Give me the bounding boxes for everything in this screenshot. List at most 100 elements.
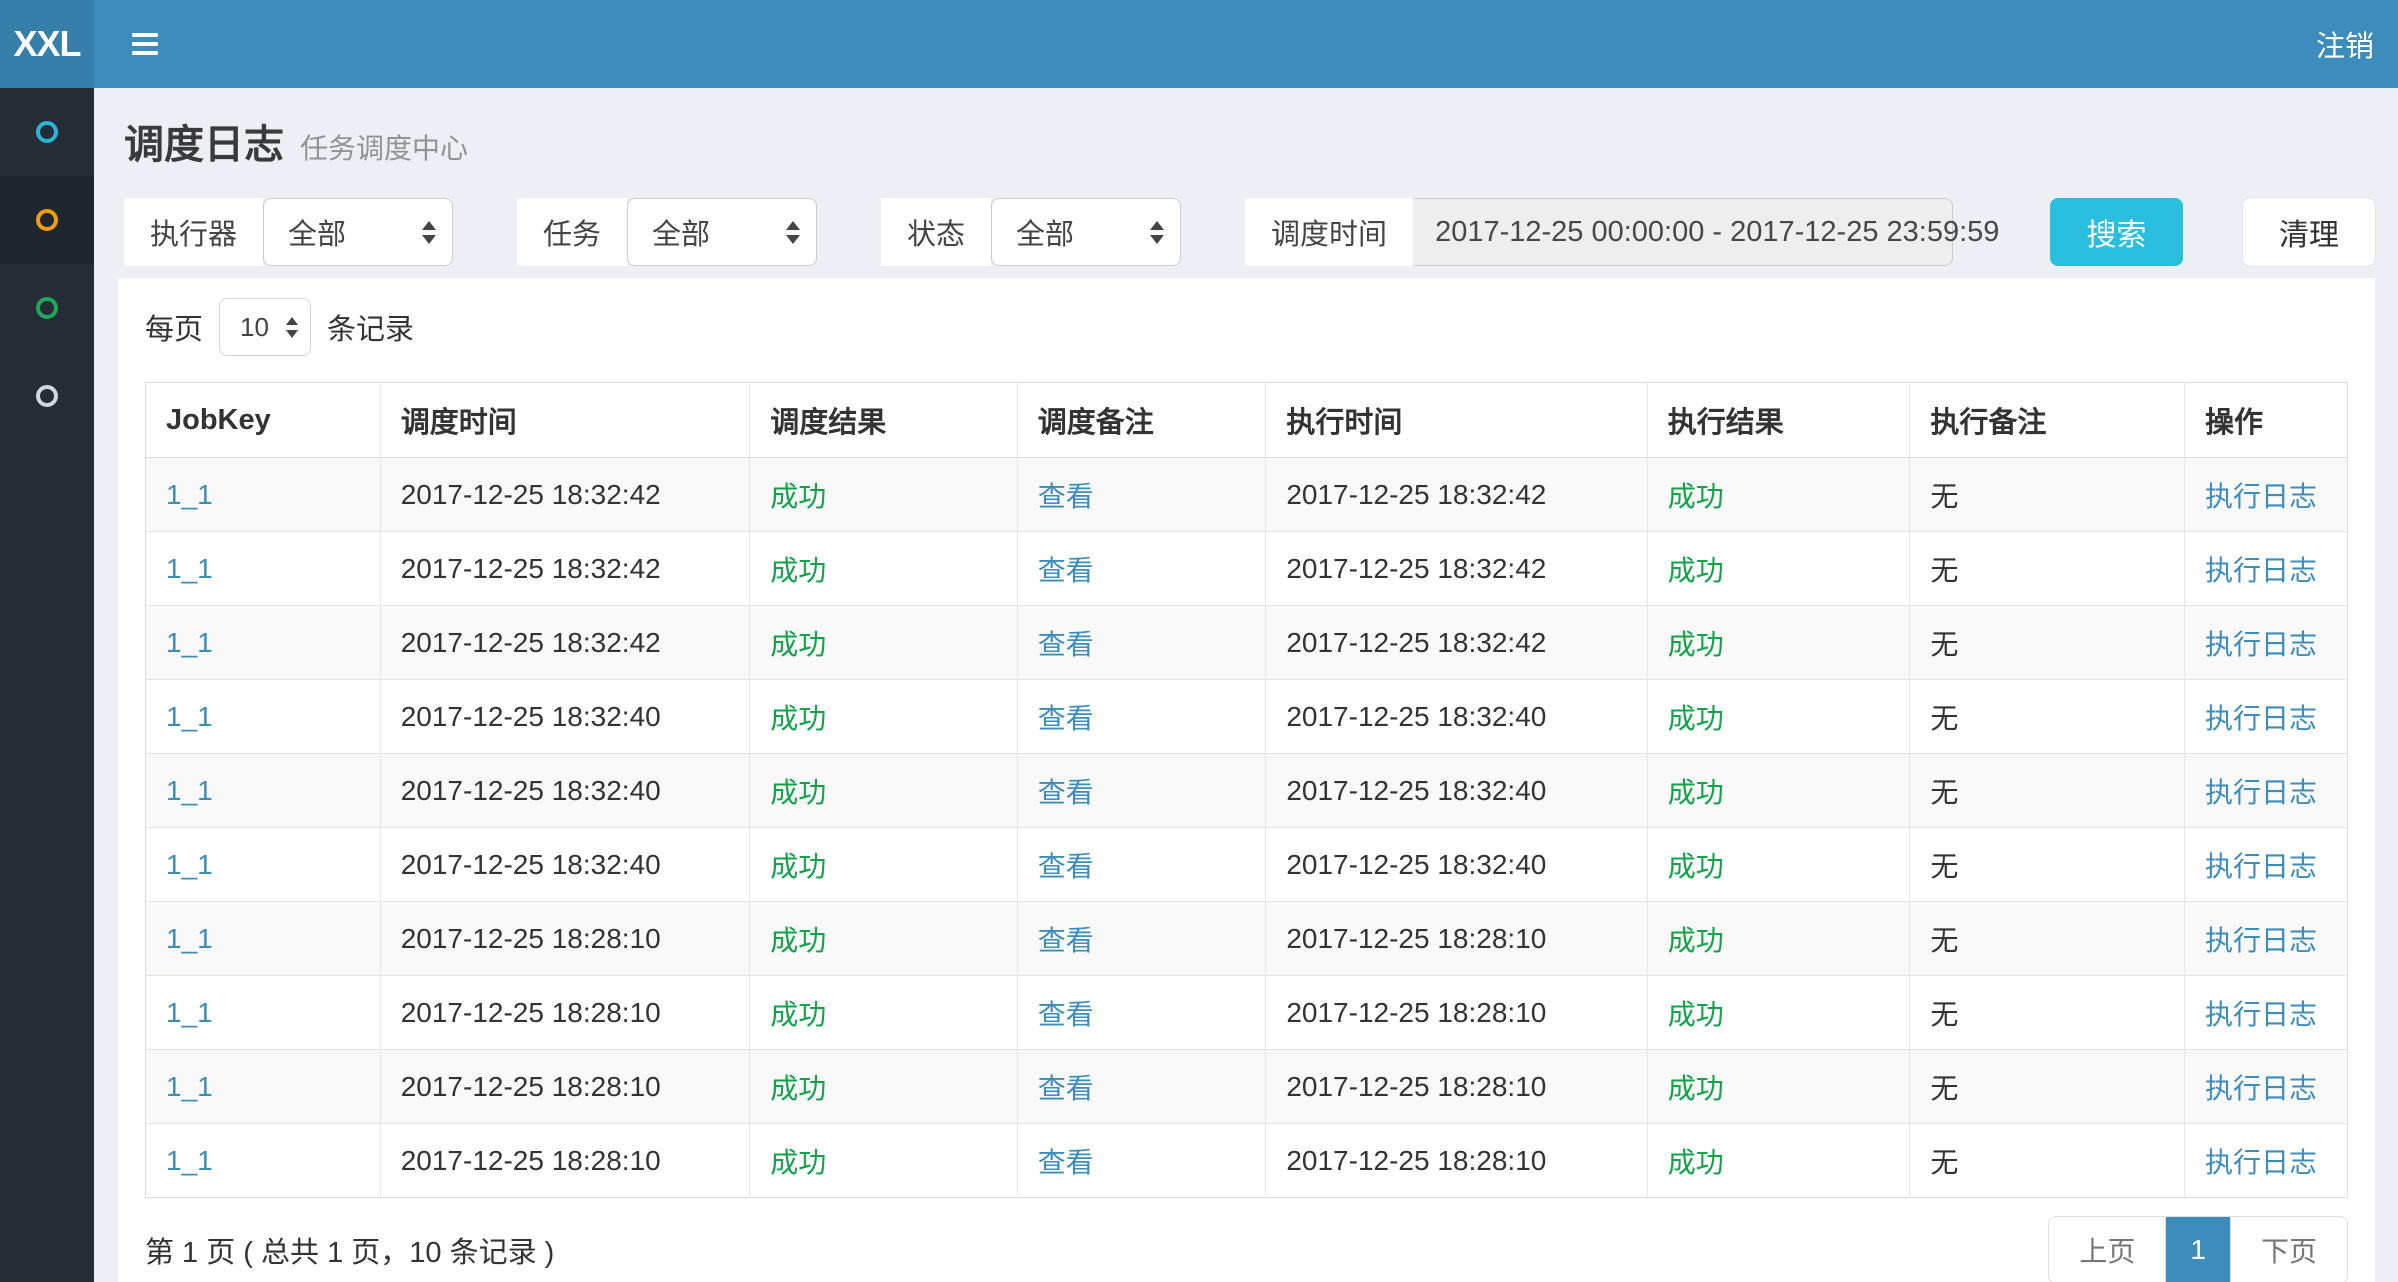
trigger-msg-link-cell: 查看 <box>1017 976 1266 1050</box>
trigger-msg-link[interactable]: 查看 <box>1038 703 1094 734</box>
handle-result: 成功 <box>1668 703 1724 734</box>
menu-item-4[interactable] <box>0 352 94 440</box>
page-size-row: 每页 10 条记录 <box>145 298 2348 356</box>
execute-log-link-cell: 执行日志 <box>2185 606 2348 680</box>
trigger-time-cell: 2017-12-25 18:32:42 <box>380 606 750 680</box>
execute-log-link-cell: 执行日志 <box>2185 532 2348 606</box>
page-size-select[interactable]: 10 <box>219 298 311 356</box>
execute-log-link[interactable]: 执行日志 <box>2205 629 2317 660</box>
column-header: 执行时间 <box>1266 383 1647 458</box>
handle-msg-cell: 无 <box>1910 754 2185 828</box>
menu-item-2[interactable] <box>0 176 94 264</box>
content-header: 调度日志 任务调度中心 <box>94 88 2398 198</box>
table-row: 1_12017-12-25 18:32:42成功查看2017-12-25 18:… <box>146 532 2348 606</box>
table-footer: 第 1 页 ( 总共 1 页，10 条记录 ) 上页 1 下页 <box>145 1216 2348 1282</box>
execute-log-link[interactable]: 执行日志 <box>2205 777 2317 808</box>
trigger-msg-link-cell: 查看 <box>1017 1050 1266 1124</box>
handle-time-cell: 2017-12-25 18:32:42 <box>1266 606 1647 680</box>
execute-log-link[interactable]: 执行日志 <box>2205 851 2317 882</box>
trigger-msg-link[interactable]: 查看 <box>1038 999 1094 1030</box>
logout-link[interactable]: 注销 <box>2292 0 2398 88</box>
hamburger-icon <box>132 51 158 55</box>
trigger-time-cell: 2017-12-25 18:28:10 <box>380 902 750 976</box>
jobkey-link-cell: 1_1 <box>146 1124 381 1198</box>
execute-log-link[interactable]: 执行日志 <box>2205 999 2317 1030</box>
table-row: 1_12017-12-25 18:32:42成功查看2017-12-25 18:… <box>146 458 2348 532</box>
jobkey-link[interactable]: 1_1 <box>166 1145 213 1176</box>
trigger-time-cell: 2017-12-25 18:32:40 <box>380 754 750 828</box>
trigger-time-range-input[interactable]: 2017-12-25 00:00:00 - 2017-12-25 23:59:5… <box>1413 198 1953 266</box>
jobkey-link[interactable]: 1_1 <box>166 775 213 806</box>
menu-item-3[interactable] <box>0 264 94 352</box>
trigger-msg-link-cell: 查看 <box>1017 680 1266 754</box>
execute-log-link[interactable]: 执行日志 <box>2205 703 2317 734</box>
trigger-result: 成功 <box>770 1147 826 1178</box>
handle-result-cell: 成功 <box>1647 1124 1910 1198</box>
job-filter-select[interactable]: 全部 <box>627 198 817 266</box>
trigger-time: 2017-12-25 18:32:42 <box>401 553 661 584</box>
execute-log-link[interactable]: 执行日志 <box>2205 1073 2317 1104</box>
sidebar-toggle-button[interactable] <box>124 23 166 65</box>
prev-page-button[interactable]: 上页 <box>2049 1217 2165 1282</box>
trigger-msg-link-cell: 查看 <box>1017 902 1266 976</box>
main-content: 调度日志 任务调度中心 执行器 全部 任务 全部 状态 全部 调度时间 <box>94 88 2398 1282</box>
trigger-result-cell: 成功 <box>750 458 1018 532</box>
trigger-msg-link[interactable]: 查看 <box>1038 777 1094 808</box>
jobkey-link-cell: 1_1 <box>146 976 381 1050</box>
page-size-value: 10 <box>240 312 286 343</box>
next-page-button[interactable]: 下页 <box>2230 1217 2347 1282</box>
current-page-button[interactable]: 1 <box>2165 1217 2230 1282</box>
trigger-result-cell: 成功 <box>750 976 1018 1050</box>
trigger-msg-link[interactable]: 查看 <box>1038 1147 1094 1178</box>
execute-log-link[interactable]: 执行日志 <box>2205 1147 2317 1178</box>
app-logo[interactable]: XXL <box>0 0 94 88</box>
trigger-msg-link[interactable]: 查看 <box>1038 629 1094 660</box>
table-row: 1_1 2017-12-25 18:32:40 成功 查看 2017-12-25 18:… <box>146 680 2348 754</box>
jobkey-link-cell: 1_1 <box>146 828 381 902</box>
top-navbar: XXL 注销 <box>0 0 2398 88</box>
jobkey-link[interactable]: 1_1 <box>166 849 213 880</box>
jobkey-link[interactable]: 1_1 <box>166 553 213 584</box>
trigger-time: 2017-12-25 18:32:40 <box>401 701 661 732</box>
trigger-msg-link-cell: 查看 <box>1017 532 1266 606</box>
handle-time: 2017-12-25 18:28:10 <box>1286 1145 1546 1176</box>
column-header: 调度时间 <box>380 383 750 458</box>
jobkey-link[interactable]: 1_1 <box>166 479 213 510</box>
handle-msg: 无 <box>1930 1073 1958 1104</box>
trigger-msg-link[interactable]: 查看 <box>1038 481 1094 512</box>
handle-msg-cell: 无 <box>1910 606 2185 680</box>
jobkey-link[interactable]: 1_1 <box>166 627 213 658</box>
table-row: 1_1 2017-12-25 18:28:10 成功 查看 2017-12-25 18:… <box>146 1124 2348 1198</box>
trigger-msg-link[interactable]: 查看 <box>1038 1073 1094 1104</box>
jobkey-link[interactable]: 1_1 <box>166 1071 213 1102</box>
trigger-msg-link[interactable]: 查看 <box>1038 851 1094 882</box>
table-row: 1_12017-12-25 18:32:40成功查看2017-12-25 18:… <box>146 828 2348 902</box>
trigger-msg-link[interactable]: 查看 <box>1038 555 1094 586</box>
search-button[interactable]: 搜索 <box>2050 198 2183 266</box>
execute-log-link[interactable]: 执行日志 <box>2205 481 2317 512</box>
trigger-time: 2017-12-25 18:28:10 <box>401 1145 661 1176</box>
trigger-time: 2017-12-25 18:28:10 <box>401 997 661 1028</box>
table-row: 1_12017-12-25 18:28:10成功查看2017-12-25 18:… <box>146 1050 2348 1124</box>
trigger-msg-link[interactable]: 查看 <box>1038 925 1094 956</box>
clear-button[interactable]: 清理 <box>2243 198 2375 266</box>
status-filter-group: 状态 全部 <box>881 198 1181 266</box>
status-filter-select[interactable]: 全部 <box>991 198 1181 266</box>
jobkey-link-cell: 1_1 <box>146 902 381 976</box>
jobkey-link[interactable]: 1_1 <box>166 997 213 1028</box>
handle-result: 成功 <box>1668 925 1724 956</box>
handle-result: 成功 <box>1668 1147 1724 1178</box>
jobkey-link[interactable]: 1_1 <box>166 923 213 954</box>
content-panel: 每页 10 条记录 JobKey调度时间调度结果调度备注执行时间执行结果执行备注… <box>118 278 2375 1282</box>
execute-log-link[interactable]: 执行日志 <box>2205 925 2317 956</box>
menu-item-1[interactable] <box>0 88 94 176</box>
handle-time-cell: 2017-12-25 18:32:42 <box>1266 458 1647 532</box>
log-table: JobKey调度时间调度结果调度备注执行时间执行结果执行备注操作 1_12017… <box>145 382 2348 1198</box>
jobkey-link[interactable]: 1_1 <box>166 701 213 732</box>
jobkey-link-cell: 1_1 <box>146 754 381 828</box>
execute-log-link[interactable]: 执行日志 <box>2205 555 2317 586</box>
executor-filter-select[interactable]: 全部 <box>263 198 453 266</box>
trigger-time-cell: 2017-12-25 18:28:10 <box>380 976 750 1050</box>
handle-time: 2017-12-25 18:32:40 <box>1286 701 1546 732</box>
page-title: 调度日志 <box>124 112 284 170</box>
